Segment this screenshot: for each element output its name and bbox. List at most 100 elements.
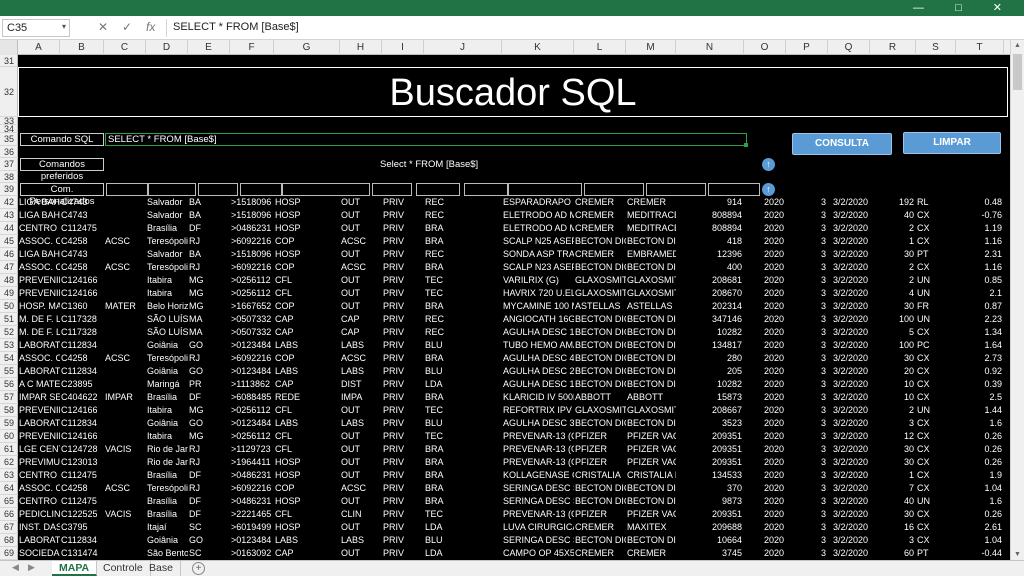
table-cell[interactable]: OUT	[340, 274, 382, 287]
table-cell[interactable]: 3	[786, 313, 828, 326]
table-cell[interactable]: SOCIEDAD	[18, 547, 60, 560]
table-cell[interactable]: Itabira	[146, 274, 188, 287]
header-cell[interactable]	[148, 183, 196, 196]
table-cell[interactable]: CREMER	[574, 196, 626, 209]
table-cell[interactable]: LDA	[424, 521, 502, 534]
table-cell[interactable]: 914	[676, 196, 744, 209]
table-cell[interactable]: MAXITEX	[626, 521, 676, 534]
table-cell[interactable]: 3/2/2020	[828, 521, 870, 534]
table-cell[interactable]: 3	[786, 326, 828, 339]
table-cell[interactable]: 2020	[744, 261, 786, 274]
header-cell[interactable]	[282, 183, 370, 196]
table-cell[interactable]: BECTON DIC	[574, 235, 626, 248]
table-cell[interactable]: PRIV	[382, 248, 424, 261]
table-cell[interactable]: PEDICLIN	[18, 508, 60, 521]
table-cell[interactable]: >0123484	[230, 417, 274, 430]
table-cell[interactable]: Itabira	[146, 287, 188, 300]
table-cell[interactable]: BECTON DIC	[574, 313, 626, 326]
fill-handle[interactable]	[744, 143, 748, 147]
table-cell[interactable]: 10	[870, 378, 916, 391]
table-cell[interactable]: 3745	[676, 547, 744, 560]
table-cell[interactable]: VACIS	[104, 508, 146, 521]
table-cell[interactable]: Salvador	[146, 209, 188, 222]
row-header[interactable]: 39	[0, 183, 18, 196]
table-cell[interactable]: 16	[870, 521, 916, 534]
table-cell[interactable]	[104, 547, 146, 560]
table-cell[interactable]: 3/2/2020	[828, 326, 870, 339]
table-cell[interactable]: LABORATC	[18, 534, 60, 547]
select-all-corner[interactable]	[0, 40, 18, 55]
table-cell[interactable]: AGULHA DESC 30X	[502, 417, 574, 430]
table-cell[interactable]: 2	[870, 274, 916, 287]
table-cell[interactable]: MG	[188, 300, 230, 313]
table-cell[interactable]: COP	[274, 300, 340, 313]
table-cell[interactable]: MEDITRACE	[626, 222, 676, 235]
table-cell[interactable]: 3523	[676, 417, 744, 430]
table-cell[interactable]: OUT	[340, 222, 382, 235]
table-cell[interactable]: PR	[188, 378, 230, 391]
table-cell[interactable]: 10664	[676, 534, 744, 547]
table-cell[interactable]: 30	[870, 248, 916, 261]
column-header[interactable]: F	[230, 40, 274, 55]
table-cell[interactable]: 3/2/2020	[828, 378, 870, 391]
table-cell[interactable]: C4743	[60, 248, 104, 261]
table-cell[interactable]: C3795	[60, 521, 104, 534]
table-cell[interactable]: PRIV	[382, 287, 424, 300]
header-cell[interactable]	[416, 183, 460, 196]
table-cell[interactable]: ESPARADRAPO 10X	[502, 196, 574, 209]
table-cell[interactable]: >1964411	[230, 456, 274, 469]
table-cell[interactable]: PT	[916, 248, 956, 261]
limpar-button[interactable]: LIMPAR	[903, 132, 1001, 154]
table-cell[interactable]: BLU	[424, 365, 502, 378]
table-cell[interactable]: SCALP N25 ASEPTO	[502, 235, 574, 248]
table-cell[interactable]: LABORATC	[18, 339, 60, 352]
table-cell[interactable]: >1518096	[230, 209, 274, 222]
row-header[interactable]: 68	[0, 534, 18, 547]
table-cell[interactable]: 5	[870, 326, 916, 339]
table-cell[interactable]: 3	[786, 469, 828, 482]
table-cell[interactable]: TEC	[424, 430, 502, 443]
table-cell[interactable]	[104, 456, 146, 469]
table-cell[interactable]: OUT	[340, 196, 382, 209]
window-controls[interactable]: — □ ✕	[913, 1, 1016, 14]
table-cell[interactable]: 2020	[744, 365, 786, 378]
table-cell[interactable]: ACSC	[104, 352, 146, 365]
table-cell[interactable]: RJ	[188, 456, 230, 469]
table-cell[interactable]: CREMER	[574, 248, 626, 261]
tab-next-icon[interactable]: ▶	[28, 562, 35, 573]
table-cell[interactable]: BECTON DIC	[626, 261, 676, 274]
table-cell[interactable]: BA	[188, 248, 230, 261]
table-cell[interactable]: 4	[870, 287, 916, 300]
table-cell[interactable]: 2020	[744, 521, 786, 534]
table-cell[interactable]: 3/2/2020	[828, 469, 870, 482]
table-cell[interactable]: 3	[786, 352, 828, 365]
table-cell[interactable]: MG	[188, 274, 230, 287]
table-cell[interactable]: 2	[870, 222, 916, 235]
table-cell[interactable]: PFIZER VACI	[626, 508, 676, 521]
column-header[interactable]: O	[744, 40, 786, 55]
table-cell[interactable]: 208681	[676, 274, 744, 287]
table-cell[interactable]: GLAXOSMITI	[574, 287, 626, 300]
table-cell[interactable]: ANGIOCATH 16G E	[502, 313, 574, 326]
table-cell[interactable]: 208670	[676, 287, 744, 300]
table-cell[interactable]: CAP	[274, 326, 340, 339]
table-cell[interactable]: PREVENIR	[18, 287, 60, 300]
table-cell[interactable]: REC	[424, 196, 502, 209]
table-cell[interactable]: 3	[786, 534, 828, 547]
comando-input[interactable]: SELECT * FROM [Base$]	[105, 133, 747, 146]
table-cell[interactable]: OUT	[340, 469, 382, 482]
table-cell[interactable]: 209351	[676, 443, 744, 456]
table-cell[interactable]: BECTON DIC	[574, 495, 626, 508]
table-cell[interactable]: Salvador	[146, 248, 188, 261]
table-cell[interactable]: 209688	[676, 521, 744, 534]
table-cell[interactable]: SCALP N23 ASEPTO	[502, 261, 574, 274]
table-cell[interactable]: PRIV	[382, 404, 424, 417]
table-cell[interactable]: 60	[870, 547, 916, 560]
table-cell[interactable]	[104, 196, 146, 209]
table-cell[interactable]: PRIV	[382, 222, 424, 235]
table-cell[interactable]: PFIZER	[574, 443, 626, 456]
table-cell[interactable]: Itajaí	[146, 521, 188, 534]
row-header[interactable]: 61	[0, 443, 18, 456]
table-cell[interactable]: CFL	[274, 508, 340, 521]
table-cell[interactable]: PRIV	[382, 326, 424, 339]
